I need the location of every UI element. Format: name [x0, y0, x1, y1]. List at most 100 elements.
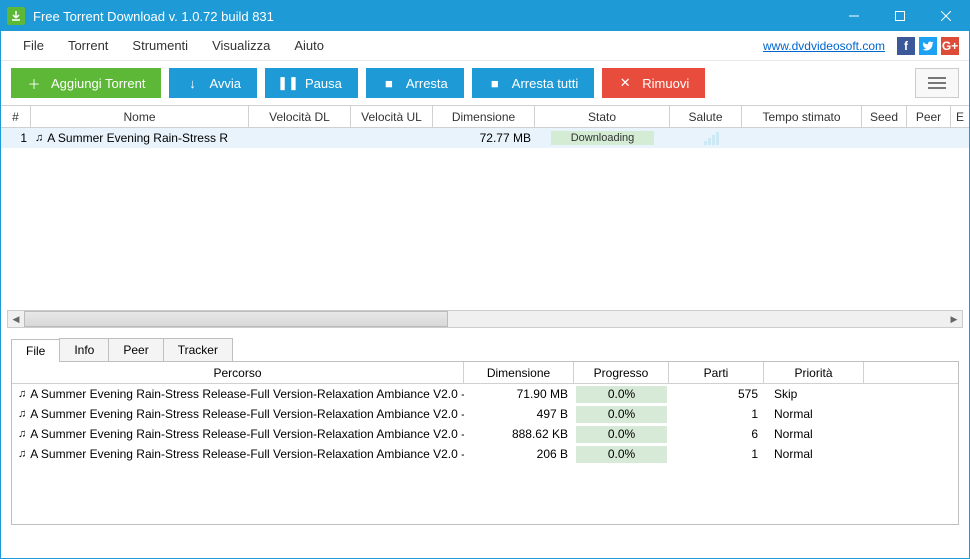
scroll-right-arrow-icon[interactable]: ▶ [946, 311, 962, 327]
tab-file[interactable]: File [11, 339, 60, 362]
col-size[interactable]: Dimensione [433, 106, 535, 127]
file-row[interactable]: ♫A Summer Evening Rain-Stress Release-Fu… [12, 384, 958, 404]
col-peer[interactable]: Peer [907, 106, 951, 127]
pause-button[interactable]: ❚❚ Pausa [265, 68, 358, 98]
fcell-path: ♫A Summer Evening Rain-Stress Release-Fu… [12, 427, 464, 441]
add-torrent-button[interactable]: ＋ Aggiungi Torrent [11, 68, 161, 98]
col-extra[interactable]: E [951, 106, 969, 127]
remove-label: Rimuovi [642, 76, 689, 91]
menu-view[interactable]: Visualizza [200, 31, 282, 60]
fcell-prio: Normal [764, 427, 864, 441]
cell-status: Downloading [535, 131, 670, 145]
start-label: Avvia [209, 76, 241, 91]
close-button[interactable] [923, 1, 969, 31]
music-note-icon: ♫ [18, 448, 26, 460]
music-note-icon: ♫ [35, 132, 43, 144]
col-status[interactable]: Stato [535, 106, 670, 127]
window-title: Free Torrent Download v. 1.0.72 build 83… [33, 9, 831, 24]
table-row[interactable]: 1 ♫ A Summer Evening Rain-Stress R 72.77… [1, 128, 969, 148]
detail-tabs: File Info Peer Tracker [11, 338, 959, 361]
file-grid-blank [12, 464, 958, 524]
col-ul[interactable]: Velocità UL [351, 106, 433, 127]
tab-peer[interactable]: Peer [108, 338, 163, 361]
start-button[interactable]: ↓ Avvia [169, 68, 257, 98]
title-bar: Free Torrent Download v. 1.0.72 build 83… [1, 1, 969, 31]
fcell-path: ♫A Summer Evening Rain-Stress Release-Fu… [12, 387, 464, 401]
google-plus-icon[interactable]: G+ [941, 37, 959, 55]
music-note-icon: ♫ [18, 408, 26, 420]
menu-tools[interactable]: Strumenti [120, 31, 200, 60]
col-health[interactable]: Salute [670, 106, 742, 127]
scrollbar-thumb[interactable] [24, 311, 448, 327]
fcol-size[interactable]: Dimensione [464, 362, 574, 383]
minimize-button[interactable] [831, 1, 877, 31]
cell-health [670, 131, 742, 145]
grid-header: # Nome Velocità DL Velocità UL Dimension… [1, 106, 969, 128]
plus-icon: ＋ [27, 74, 41, 93]
grid-blank [1, 148, 969, 306]
music-note-icon: ♫ [18, 388, 26, 400]
toolbar: ＋ Aggiungi Torrent ↓ Avvia ❚❚ Pausa ■ Ar… [1, 61, 969, 105]
col-num[interactable]: # [1, 106, 31, 127]
tab-tracker[interactable]: Tracker [163, 338, 233, 361]
maximize-button[interactable] [877, 1, 923, 31]
menu-bar: File Torrent Strumenti Visualizza Aiuto … [1, 31, 969, 61]
cell-name: ♫ A Summer Evening Rain-Stress R [31, 131, 249, 145]
horizontal-scrollbar[interactable]: ◀ ▶ [7, 310, 963, 328]
scroll-left-arrow-icon[interactable]: ◀ [8, 311, 24, 327]
cell-name-text: A Summer Evening Rain-Stress R [47, 131, 228, 145]
fcell-parts: 6 [669, 427, 764, 441]
stop-all-label: Arresta tutti [512, 76, 578, 91]
stop-label: Arresta [406, 76, 448, 91]
fcol-blank [864, 362, 958, 383]
col-dl[interactable]: Velocità DL [249, 106, 351, 127]
fcell-size: 888.62 KB [464, 427, 574, 441]
menu-hamburger-button[interactable] [915, 68, 959, 98]
fcell-prog: 0.0% [576, 426, 667, 443]
file-tab-body: Percorso Dimensione Progresso Parti Prio… [11, 361, 959, 525]
fcell-size: 497 B [464, 407, 574, 421]
music-note-icon: ♫ [18, 428, 26, 440]
twitter-icon[interactable] [919, 37, 937, 55]
torrent-grid: # Nome Velocità DL Velocità UL Dimension… [1, 105, 969, 328]
menu-help[interactable]: Aiuto [282, 31, 336, 60]
stop-all-button[interactable]: ■ Arresta tutti [472, 68, 594, 98]
fcol-parts[interactable]: Parti [669, 362, 764, 383]
fcell-prog: 0.0% [576, 386, 667, 403]
fcell-prio: Normal [764, 447, 864, 461]
file-row[interactable]: ♫A Summer Evening Rain-Stress Release-Fu… [12, 444, 958, 464]
pause-label: Pausa [305, 76, 342, 91]
col-eta[interactable]: Tempo stimato [742, 106, 862, 127]
status-badge: Downloading [551, 131, 655, 145]
file-row[interactable]: ♫A Summer Evening Rain-Stress Release-Fu… [12, 404, 958, 424]
fcell-path: ♫A Summer Evening Rain-Stress Release-Fu… [12, 407, 464, 421]
col-name[interactable]: Nome [31, 106, 249, 127]
remove-icon: ✕ [618, 75, 632, 91]
stop-button[interactable]: ■ Arresta [366, 68, 464, 98]
col-seed[interactable]: Seed [862, 106, 907, 127]
fcol-path[interactable]: Percorso [12, 362, 464, 383]
fcell-parts: 1 [669, 407, 764, 421]
cell-size: 72.77 MB [433, 131, 535, 145]
menu-torrent[interactable]: Torrent [56, 31, 120, 60]
stop-icon: ■ [382, 76, 396, 91]
fcell-parts: 575 [669, 387, 764, 401]
file-grid-header: Percorso Dimensione Progresso Parti Prio… [12, 362, 958, 384]
download-arrow-icon: ↓ [185, 76, 199, 91]
stop-icon: ■ [488, 76, 502, 91]
website-link[interactable]: www.dvdvideosoft.com [763, 39, 885, 53]
fcol-prio[interactable]: Priorità [764, 362, 864, 383]
fcell-size: 71.90 MB [464, 387, 574, 401]
fcell-size: 206 B [464, 447, 574, 461]
menu-file[interactable]: File [11, 31, 56, 60]
fcell-parts: 1 [669, 447, 764, 461]
remove-button[interactable]: ✕ Rimuovi [602, 68, 705, 98]
facebook-icon[interactable]: f [897, 37, 915, 55]
fcell-prio: Normal [764, 407, 864, 421]
file-row[interactable]: ♫A Summer Evening Rain-Stress Release-Fu… [12, 424, 958, 444]
fcol-prog[interactable]: Progresso [574, 362, 669, 383]
fcell-prog: 0.0% [576, 406, 667, 423]
tab-info[interactable]: Info [59, 338, 109, 361]
fcell-path: ♫A Summer Evening Rain-Stress Release-Fu… [12, 447, 464, 461]
fcell-prog: 0.0% [576, 446, 667, 463]
